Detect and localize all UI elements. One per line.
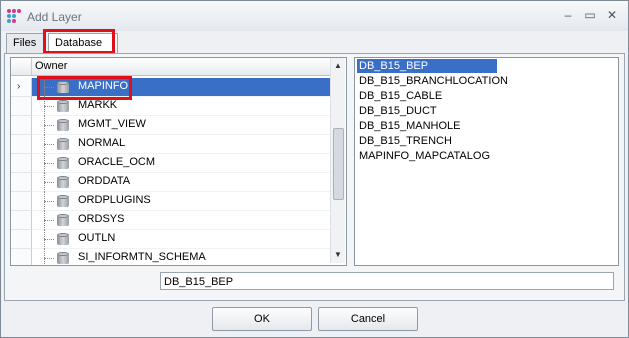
app-icon bbox=[7, 9, 21, 23]
row-indicator-icon: › bbox=[17, 81, 21, 92]
tree-branch bbox=[44, 182, 54, 184]
tree-branch bbox=[44, 125, 54, 127]
table-item[interactable]: MAPINFO_MAPCATALOG bbox=[357, 149, 492, 163]
table-item[interactable]: DB_B15_DUCT bbox=[357, 104, 439, 118]
selected-table-field[interactable]: DB_B15_BEP bbox=[160, 272, 614, 290]
owner-label: ORDSYS bbox=[78, 213, 125, 225]
database-icon bbox=[57, 195, 69, 208]
row-selector[interactable] bbox=[11, 154, 32, 173]
table-list[interactable]: DB_B15_BEP DB_B15_BRANCHLOCATION DB_B15_… bbox=[354, 57, 619, 266]
owner-label: ORACLE_OCM bbox=[78, 156, 156, 168]
table-item[interactable]: DB_B15_TRENCH bbox=[357, 134, 454, 148]
database-icon bbox=[57, 233, 69, 246]
grid-row[interactable]: OUTLN bbox=[11, 230, 331, 249]
grid-row[interactable]: ORACLE_OCM bbox=[11, 154, 331, 173]
tree-branch bbox=[44, 201, 54, 203]
database-icon bbox=[57, 119, 69, 132]
row-selector[interactable]: › bbox=[11, 78, 32, 97]
tree-branch bbox=[44, 106, 54, 108]
tree-branch bbox=[44, 220, 54, 222]
row-selector[interactable] bbox=[11, 211, 32, 230]
row-selector[interactable] bbox=[11, 192, 32, 211]
grid-cell[interactable]: SI_INFORMTN_SCHEMA bbox=[32, 249, 331, 265]
table-item[interactable]: DB_B15_CABLE bbox=[357, 89, 444, 103]
row-selector[interactable] bbox=[11, 249, 32, 265]
row-selector[interactable] bbox=[11, 97, 32, 116]
database-icon bbox=[57, 157, 69, 170]
scroll-down-icon[interactable]: ▼ bbox=[333, 250, 343, 260]
cancel-button[interactable]: Cancel bbox=[318, 307, 418, 331]
tree-branch bbox=[44, 163, 54, 165]
database-tab-highlight bbox=[43, 29, 115, 54]
grid-vertical-scrollbar[interactable]: ▲ ▼ bbox=[330, 58, 345, 263]
owner-label: SI_INFORMTN_SCHEMA bbox=[78, 251, 206, 263]
grid-cell[interactable]: ORDPLUGINS bbox=[32, 192, 331, 211]
grid-row[interactable]: ORDSYS bbox=[11, 211, 331, 230]
scroll-up-icon[interactable]: ▲ bbox=[333, 61, 343, 71]
database-icon bbox=[57, 252, 69, 265]
owner-label: OUTLN bbox=[78, 232, 116, 244]
tree-branch bbox=[44, 239, 54, 241]
database-icon bbox=[57, 100, 69, 113]
owner-label: ORDPLUGINS bbox=[78, 194, 151, 206]
database-icon bbox=[57, 214, 69, 227]
mapinfo-highlight bbox=[37, 76, 132, 100]
row-selector[interactable] bbox=[11, 135, 32, 154]
owner-label: NORMAL bbox=[78, 137, 126, 149]
grid-cell[interactable]: ORDDATA bbox=[32, 173, 331, 192]
window-title: Add Layer bbox=[27, 10, 82, 24]
close-icon[interactable]: ✕ bbox=[603, 7, 621, 23]
owner-column-header[interactable]: Owner bbox=[35, 60, 67, 72]
grid-cell[interactable]: NORMAL bbox=[32, 135, 331, 154]
grid-cell[interactable]: MGMT_VIEW bbox=[32, 116, 331, 135]
grid-cell[interactable]: ORACLE_OCM bbox=[32, 154, 331, 173]
database-icon bbox=[57, 138, 69, 151]
grid-cell[interactable]: ORDSYS bbox=[32, 211, 331, 230]
minimize-icon[interactable]: – bbox=[559, 7, 577, 23]
table-item[interactable]: DB_B15_BEP bbox=[357, 59, 497, 73]
tab-files-label: Files bbox=[13, 37, 37, 49]
grid-cell[interactable]: OUTLN bbox=[32, 230, 331, 249]
tree-branch bbox=[44, 144, 54, 146]
table-item[interactable]: DB_B15_MANHOLE bbox=[357, 119, 463, 133]
row-selector[interactable] bbox=[11, 173, 32, 192]
database-icon bbox=[57, 176, 69, 189]
grid-corner bbox=[11, 58, 32, 75]
tree-branch bbox=[44, 258, 54, 260]
title-bar[interactable]: Add Layer – ▭ ✕ bbox=[1, 1, 628, 31]
grid-header: Owner bbox=[11, 58, 331, 76]
tab-files[interactable]: Files bbox=[6, 33, 44, 53]
scrollbar-thumb[interactable] bbox=[333, 128, 344, 200]
owner-label: ORDDATA bbox=[78, 175, 131, 187]
owner-label: MGMT_VIEW bbox=[78, 118, 146, 130]
grid-row[interactable]: SI_INFORMTN_SCHEMA bbox=[11, 249, 331, 265]
table-item[interactable]: DB_B15_BRANCHLOCATION bbox=[357, 74, 510, 88]
maximize-icon[interactable]: ▭ bbox=[581, 7, 599, 23]
owner-label: MARKK bbox=[78, 99, 118, 111]
grid-row[interactable]: NORMAL bbox=[11, 135, 331, 154]
grid-row[interactable]: ORDPLUGINS bbox=[11, 192, 331, 211]
grid-row[interactable]: MGMT_VIEW bbox=[11, 116, 331, 135]
ok-button[interactable]: OK bbox=[212, 307, 312, 331]
row-selector[interactable] bbox=[11, 230, 32, 249]
grid-row[interactable]: ORDDATA bbox=[11, 173, 331, 192]
row-selector[interactable] bbox=[11, 116, 32, 135]
